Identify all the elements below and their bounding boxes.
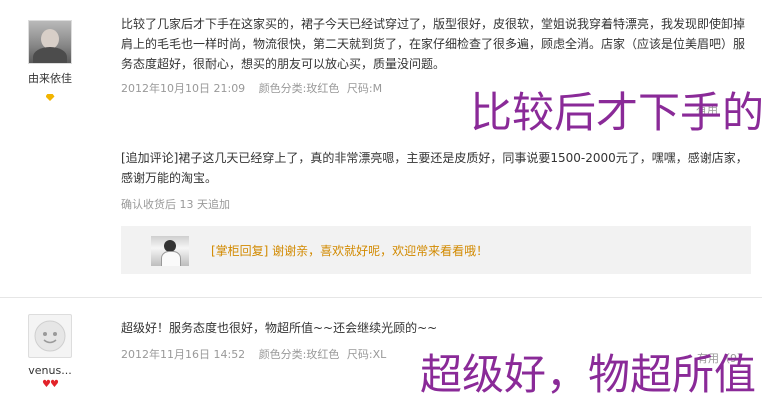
- review-text: 比较了几家后才下手在这家买的，裙子今天已经试穿过了，版型很好，皮很软，堂姐说我穿…: [121, 17, 746, 71]
- sku-color: 颜色分类:玫红色: [258, 348, 340, 361]
- seller-reply-text: [掌柜回复] 谢谢亲，喜欢就好呢，欢迎常来看看哦！: [211, 244, 489, 258]
- overlay-caption: 比较后才下手的: [470, 88, 762, 137]
- red-hearts-icon: ♥♥: [42, 379, 59, 390]
- review-item-1: 由来依佳 比较了几家后才下手在这家买的，裙子今天已经试穿过了，版型很好，皮很软，…: [0, 0, 762, 298]
- sku-color: 颜色分类:玫红色: [258, 82, 340, 95]
- review-content: 比较了几家后才下手在这家买的，裙子今天已经试穿过了，版型很好，皮很软，堂姐说我穿…: [121, 14, 751, 96]
- seller-avatar: [151, 236, 189, 266]
- reviewer-info: venus... ♥♥: [10, 314, 90, 390]
- reviewer-info: 由来依佳: [10, 20, 90, 105]
- review-date: 2012年11月16日 14:52: [121, 348, 246, 361]
- gold-diamond-icon: [45, 94, 55, 101]
- default-avatar-icon: [34, 320, 66, 352]
- overlay-caption: 超级好，物超所值: [420, 350, 757, 399]
- seller-reply: [掌柜回复] 谢谢亲，喜欢就好呢，欢迎常来看看哦！: [121, 226, 751, 274]
- append-text: [追加评论]裙子这几天已经穿上了，真的非常漂亮嗯，主要还是皮质好，同事说要150…: [121, 151, 748, 185]
- review-text: 超级好！服务态度也很好，物超所值~~还会继续光顾的~~: [121, 321, 438, 335]
- sku-size: 尺码:XL: [346, 348, 387, 361]
- review-date: 2012年10月10日 21:09: [121, 82, 246, 95]
- reviewer-name[interactable]: 由来依佳: [10, 70, 90, 86]
- avatar[interactable]: [28, 314, 72, 358]
- sku-size: 尺码:M: [346, 82, 383, 95]
- append-review: [追加评论]裙子这几天已经穿上了，真的非常漂亮嗯，主要还是皮质好，同事说要150…: [121, 148, 751, 212]
- append-note: 确认收货后 13 天追加: [121, 198, 230, 211]
- reviewer-name[interactable]: venus...: [10, 364, 90, 377]
- avatar[interactable]: [28, 20, 72, 64]
- review-item-2: venus... ♥♥ 超级好！服务态度也很好，物超所值~~还会继续光顾的~~ …: [0, 298, 762, 406]
